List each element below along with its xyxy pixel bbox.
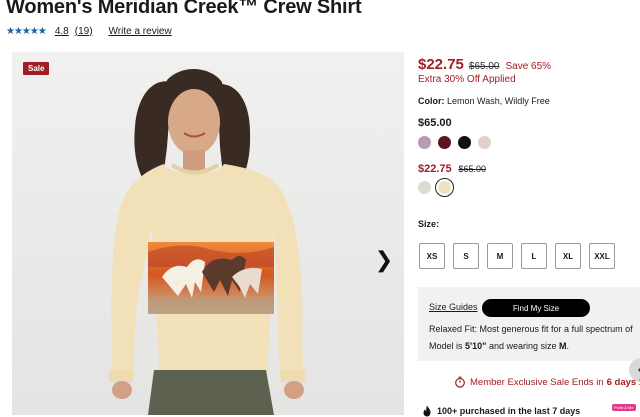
size-option-xs[interactable]: XS xyxy=(419,243,445,269)
color-value: Lemon Wash, Wildly Free xyxy=(447,96,550,106)
sale-badge: Sale xyxy=(23,62,50,75)
find-my-size-button[interactable]: Find My Size xyxy=(482,299,590,317)
color-swatch-group-1 xyxy=(418,136,491,149)
color-group-price: $65.00 xyxy=(418,117,452,129)
write-review-link[interactable]: Write a review xyxy=(109,26,172,37)
size-option-xxl[interactable]: XXL xyxy=(589,243,615,269)
rating-value[interactable]: 4.8 xyxy=(55,26,69,37)
flame-icon xyxy=(423,405,431,417)
group-2-original-price: $65.00 xyxy=(458,164,486,174)
color-label: Color: xyxy=(418,96,445,106)
fit-description: Relaxed Fit: Most generous fit for a ful… xyxy=(429,324,633,334)
review-count-link[interactable]: (19) xyxy=(75,26,93,37)
size-option-xl[interactable]: XL xyxy=(555,243,581,269)
chevron-left-icon xyxy=(638,368,640,372)
size-label: Size: xyxy=(418,219,440,229)
member-sale-countdown-value: 6 days 16 xyxy=(606,376,640,388)
member-sale-text: Member Exclusive Sale Ends in xyxy=(470,376,604,388)
color-group-2-price: $22.75 $65.00 xyxy=(418,163,486,175)
size-option-l[interactable]: L xyxy=(521,243,547,269)
purchase-count: 100+ purchased in the last 7 days xyxy=(422,405,580,417)
model-end: . xyxy=(566,341,570,351)
extra-offer-text: Extra 30% Off Applied xyxy=(418,74,516,85)
member-sale-countdown: Member Exclusive Sale Ends in 6 days 16 xyxy=(454,376,640,388)
color-swatch-group1-3[interactable] xyxy=(458,136,471,149)
color-selection: Color: Lemon Wash, Wildly Free xyxy=(418,96,550,106)
color-swatch-group-2 xyxy=(418,178,454,197)
model-prefix: Model is xyxy=(429,341,466,351)
model-height: 5'10" xyxy=(465,341,487,351)
rating-stars-icon[interactable]: ★★★★★ xyxy=(6,26,47,37)
color-swatch-group1-1[interactable] xyxy=(418,136,431,149)
color-swatch-group1-2[interactable] xyxy=(438,136,451,149)
size-guides-link[interactable]: Size Guides xyxy=(429,302,478,312)
color-swatch-group1-4[interactable] xyxy=(478,136,491,149)
size-option-s[interactable]: S xyxy=(453,243,479,269)
group-2-sale-price: $22.75 xyxy=(418,163,452,175)
next-image-chevron-icon[interactable]: ❯ xyxy=(373,247,395,272)
fit-info-box: Size Guides Find My Size Relaxed Fit: Mo… xyxy=(418,287,640,361)
rating-row: ★★★★★ 4.8 (19) Write a review xyxy=(6,24,172,38)
savings-text: Save 65% xyxy=(505,61,552,72)
color-swatch-group2-2[interactable] xyxy=(435,178,454,197)
model-middle: and wearing size xyxy=(486,341,559,351)
timer-icon xyxy=(455,376,465,388)
color-swatch-group2-1[interactable] xyxy=(418,181,431,194)
original-price: $65.00 xyxy=(468,61,500,72)
mini-badge[interactable]: Point & Me xyxy=(612,404,636,411)
model-size: M xyxy=(559,341,567,351)
size-options: XS S M L XL XXL xyxy=(419,243,615,269)
sale-price: $22.75 xyxy=(418,56,464,73)
model-info: Model is 5'10" and wearing size M. xyxy=(429,341,569,351)
product-info-panel: $22.75 $65.00 Save 65% Extra 30% Off App… xyxy=(418,0,640,417)
product-title: Women's Meridian Creek™ Crew Shirt xyxy=(6,0,362,18)
size-option-m[interactable]: M xyxy=(487,243,513,269)
product-image-gallery[interactable]: Sale ❯ xyxy=(12,52,404,415)
product-photo xyxy=(12,52,404,415)
price-row: $22.75 $65.00 Save 65% xyxy=(418,56,551,73)
